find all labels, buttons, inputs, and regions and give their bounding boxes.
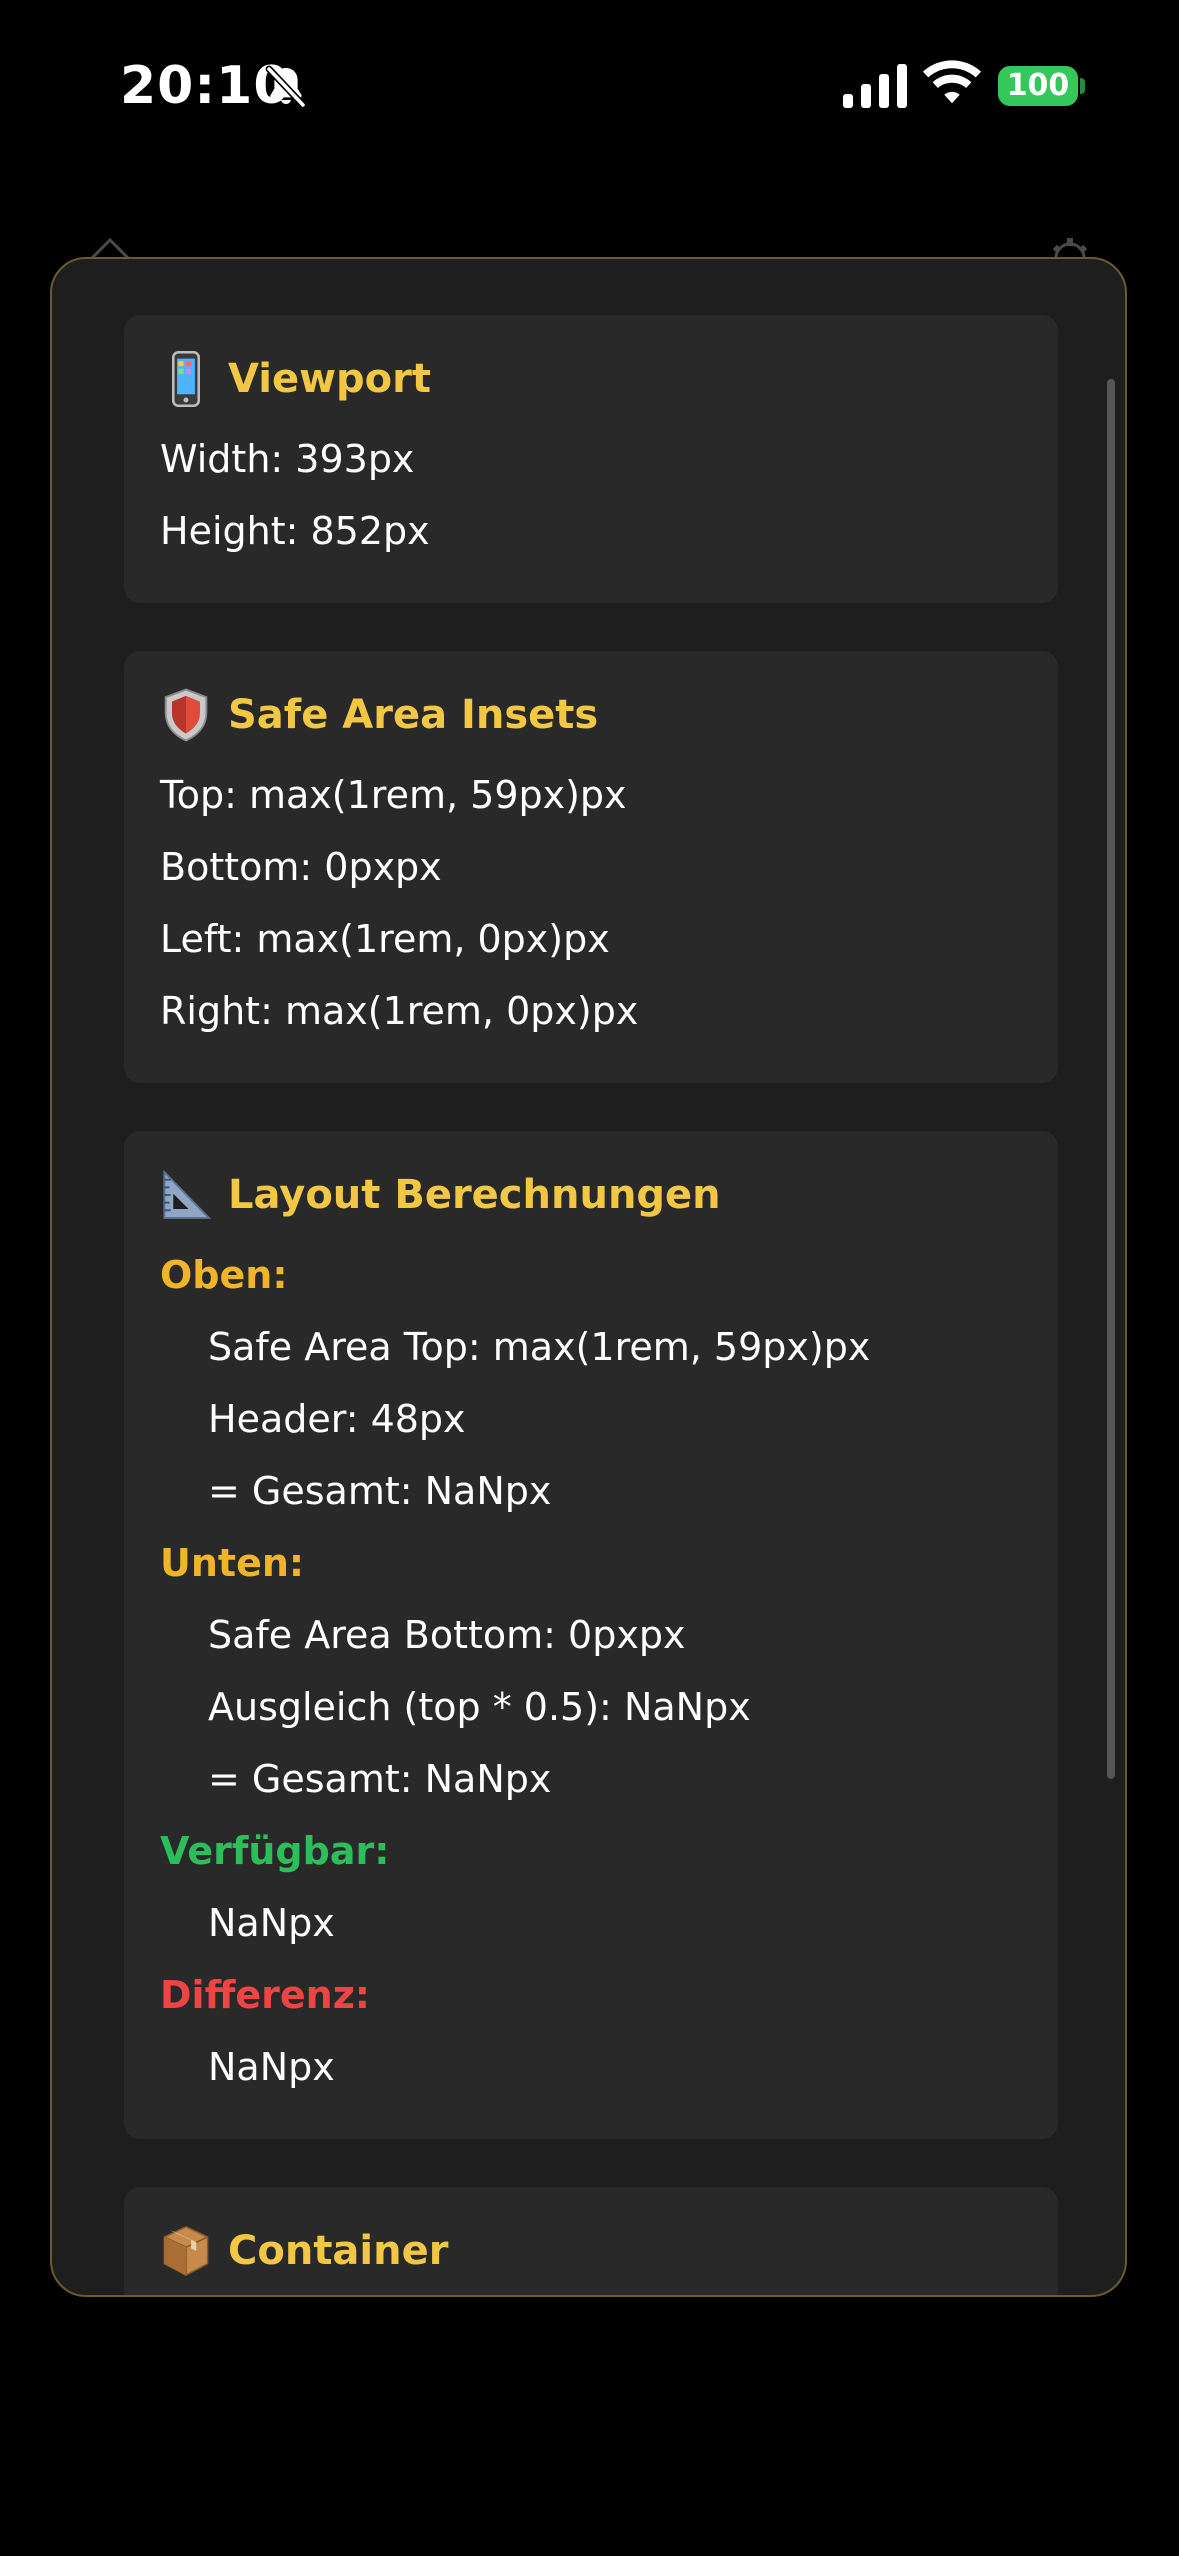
mobile-phone-icon (172, 351, 200, 407)
unten-safe-area-bottom: Safe Area Bottom: 0pxpx (208, 1613, 686, 1657)
verfuegbar-label: Verfügbar: (160, 1829, 390, 1873)
bell-slash-icon (265, 65, 307, 109)
viewport-title: Viewport (228, 356, 432, 402)
safe-area-title: Safe Area Insets (228, 692, 599, 738)
viewport-height: Height: 852px (160, 509, 430, 553)
battery-icon: 100 (998, 66, 1078, 106)
safe-area-right: Right: max(1rem, 0px)px (160, 989, 639, 1033)
debug-panel-content[interactable]: Viewport Width: 393px Height: 852px Safe… (124, 315, 1058, 2295)
viewport-header: Viewport (160, 349, 1022, 409)
safe-area-header: Safe Area Insets (160, 685, 1022, 745)
unten-ausgleich: Ausgleich (top * 0.5): NaNpx (208, 1685, 751, 1729)
debug-panel[interactable]: Viewport Width: 393px Height: 852px Safe… (50, 257, 1127, 2297)
viewport-section: Viewport Width: 393px Height: 852px (124, 315, 1058, 603)
layout-header: Layout Berechnungen (160, 1165, 1022, 1225)
safe-area-bottom: Bottom: 0pxpx (160, 845, 442, 889)
oben-header: Header: 48px (208, 1397, 466, 1441)
cellular-signal-icon (843, 64, 907, 108)
differenz-label: Differenz: (160, 1973, 371, 2017)
safe-area-left: Left: max(1rem, 0px)px (160, 917, 610, 961)
container-header: Container (160, 2221, 1022, 2281)
unten-gesamt: = Gesamt: NaNpx (208, 1757, 552, 1801)
package-icon (163, 2225, 209, 2277)
safe-area-top: Top: max(1rem, 59px)px (160, 773, 627, 817)
layout-title: Layout Berechnungen (228, 1172, 721, 1218)
viewport-width: Width: 393px (160, 437, 415, 481)
verfuegbar-value: NaNpx (208, 1901, 335, 1945)
layout-section: Layout Berechnungen Oben: Safe Area Top:… (124, 1131, 1058, 2139)
shield-icon (164, 688, 208, 742)
safe-area-section: Safe Area Insets Top: max(1rem, 59px)px … (124, 651, 1058, 1083)
status-bar: 20:10 100 (0, 0, 1179, 170)
oben-gesamt: = Gesamt: NaNpx (208, 1469, 552, 1513)
battery-tip (1080, 78, 1085, 94)
oben-label: Oben: (160, 1253, 288, 1297)
unten-label: Unten: (160, 1541, 305, 1585)
wifi-icon (923, 60, 981, 104)
oben-safe-area-top: Safe Area Top: max(1rem, 59px)px (208, 1325, 871, 1369)
differenz-value: NaNpx (208, 2045, 335, 2089)
triangle-ruler-icon (163, 1169, 212, 1219)
container-section: Container (124, 2187, 1058, 2295)
panel-scrollbar[interactable] (1107, 379, 1115, 1779)
container-title: Container (228, 2228, 449, 2274)
